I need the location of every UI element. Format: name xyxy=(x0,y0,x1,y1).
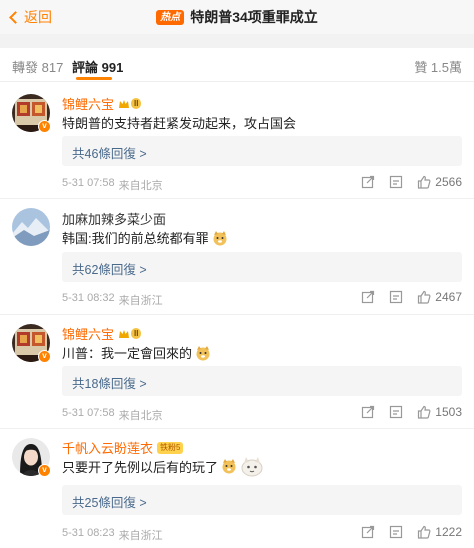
share-icon[interactable] xyxy=(361,290,375,304)
comment-text-body: 只要开了先例以后有的玩了 xyxy=(62,459,219,475)
thumbs-up-icon[interactable] xyxy=(417,525,431,539)
comment-location: 来自浙江 xyxy=(118,530,163,542)
crown-icon xyxy=(119,329,130,338)
comment-meta: 5-31 07:58 来自北京 xyxy=(62,177,163,193)
level-text: II xyxy=(131,98,142,109)
avatar-landscape-image xyxy=(12,208,50,246)
member-level-badge: II xyxy=(118,328,142,339)
thumbs-up-icon[interactable] xyxy=(417,405,431,419)
fan-badge: 铁粉5 xyxy=(157,441,184,454)
thumbs-up-icon[interactable] xyxy=(417,175,431,189)
tab-bar: 轉發 817 評論 991 贊 1.5萬 xyxy=(0,48,474,82)
divider xyxy=(0,314,474,315)
replies-label: 共18條回復 > xyxy=(72,377,147,391)
verified-badge-icon: v xyxy=(38,350,51,363)
comment-icon[interactable] xyxy=(389,175,403,189)
comment-location: 来自浙江 xyxy=(118,295,163,307)
replies-link[interactable]: 共18條回復 > xyxy=(62,366,462,396)
comment-item: v 锦鲤六宝 II 川普：我一定會回來的 共18條回復 > 5-31 07:58… xyxy=(0,318,474,428)
username[interactable]: 锦鲤六宝 II xyxy=(62,324,142,343)
doge-emoji-icon xyxy=(196,345,210,360)
username[interactable]: 锦鲤六宝 II xyxy=(62,94,142,113)
replies-label: 共46條回復 > xyxy=(72,147,147,161)
comment-text: 只要开了先例以后有的玩了 xyxy=(62,454,264,478)
comment-text-body: 川普：我一定會回來的 xyxy=(62,346,193,361)
comment-actions: 2566 xyxy=(347,175,462,189)
cat-sticker-icon xyxy=(241,457,263,477)
tab-likes[interactable]: 贊 1.5萬 xyxy=(414,57,462,76)
page-title: 热点 特朗普34项重罪成立 xyxy=(0,7,474,27)
username-text: 锦鲤六宝 xyxy=(62,97,115,112)
comment-location: 来自北京 xyxy=(118,180,163,192)
comment-item: v 千帆入云盼莲衣 铁粉5 只要开了先例以后有的玩了 共25條回復 > 5-31… xyxy=(0,432,474,548)
doge-emoji-icon xyxy=(213,230,227,245)
thumbs-up-icon[interactable] xyxy=(417,290,431,304)
like-count: 2467 xyxy=(435,290,462,304)
top-bar: 返回 热点 特朗普34项重罪成立 xyxy=(0,0,474,34)
comment-text: 特朗普的支持者赶紧发动起来，攻占国会 xyxy=(62,116,297,131)
comment-time: 5-31 08:23 xyxy=(62,527,115,539)
avatar[interactable] xyxy=(12,208,50,246)
comment-actions: 1222 xyxy=(347,525,462,539)
comment-text: 韩国:我们的前总统都有罪 xyxy=(62,228,228,247)
replies-link[interactable]: 共46條回復 > xyxy=(62,136,462,166)
comment-item: 加麻加辣多菜少面 韩国:我们的前总统都有罪 共62條回復 > 5-31 08:3… xyxy=(0,202,474,314)
crown-icon xyxy=(119,99,130,108)
like-count: 1222 xyxy=(435,525,462,539)
comment-icon[interactable] xyxy=(389,405,403,419)
replies-link[interactable]: 共25條回復 > xyxy=(62,485,462,515)
comment-item: v 锦鲤六宝 II 特朗普的支持者赶紧发动起来，攻占国会 共46條回復 > 5-… xyxy=(0,88,474,198)
comment-location: 来自北京 xyxy=(118,410,163,422)
member-level-badge: II xyxy=(118,98,142,109)
username-text: 锦鲤六宝 xyxy=(62,327,115,342)
comment-meta: 5-31 08:23 来自浙江 xyxy=(62,527,163,543)
divider xyxy=(0,198,474,199)
comment-icon[interactable] xyxy=(389,290,403,304)
comment-actions: 1503 xyxy=(347,405,462,419)
comment-time: 5-31 07:58 xyxy=(62,177,115,189)
share-icon[interactable] xyxy=(361,175,375,189)
comment-icon[interactable] xyxy=(389,525,403,539)
verified-badge-icon: v xyxy=(38,464,51,477)
comment-meta: 5-31 07:58 来自北京 xyxy=(62,407,163,423)
divider xyxy=(0,428,474,429)
share-icon[interactable] xyxy=(361,405,375,419)
comment-time: 5-31 07:58 xyxy=(62,407,115,419)
hot-badge: 热点 xyxy=(156,9,185,25)
username-text: 加麻加辣多菜少面 xyxy=(62,212,167,227)
comment-time: 5-31 08:32 xyxy=(62,292,115,304)
doge-emoji-icon xyxy=(222,459,236,474)
share-icon[interactable] xyxy=(361,525,375,539)
comment-text: 川普：我一定會回來的 xyxy=(62,343,211,362)
title-text: 特朗普34项重罪成立 xyxy=(190,9,318,25)
header-divider-band xyxy=(0,34,474,48)
tab-comments[interactable]: 評論 991 xyxy=(72,57,123,76)
comment-meta: 5-31 08:32 来自浙江 xyxy=(62,292,163,308)
like-count: 2566 xyxy=(435,175,462,189)
like-count: 1503 xyxy=(435,405,462,419)
active-tab-indicator xyxy=(76,77,112,80)
username[interactable]: 加麻加辣多菜少面 xyxy=(62,209,166,228)
replies-label: 共62條回復 > xyxy=(72,263,147,277)
verified-badge-icon: v xyxy=(38,120,51,133)
replies-link[interactable]: 共62條回復 > xyxy=(62,252,462,282)
level-text: II xyxy=(131,328,142,339)
tab-repost[interactable]: 轉發 817 xyxy=(12,57,63,76)
comment-text-body: 韩国:我们的前总统都有罪 xyxy=(62,231,209,246)
replies-label: 共25條回復 > xyxy=(72,496,147,510)
comment-actions: 2467 xyxy=(347,290,462,304)
